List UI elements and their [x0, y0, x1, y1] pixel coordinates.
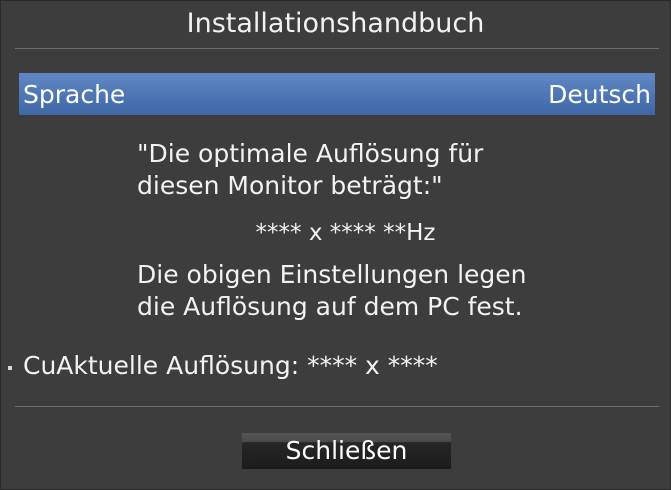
- footer-divider: [15, 406, 659, 407]
- optimal-resolution-message: "Die optimale Auflösung für diesen Monit…: [137, 138, 577, 202]
- language-value: Deutsch: [548, 79, 651, 109]
- message-line-3: Die obigen Einstellungen legen: [137, 260, 527, 289]
- message-line-2: diesen Monitor beträgt:": [137, 171, 443, 200]
- close-button[interactable]: Schließen: [242, 433, 451, 469]
- title-divider: [15, 48, 659, 49]
- installation-guide-dialog: Installationshandbuch Sprache Deutsch "D…: [0, 0, 671, 490]
- current-resolution: CuAktuelle Auflösung: **** x ****: [23, 351, 438, 380]
- message-line-1: "Die optimale Auflösung für: [137, 139, 484, 168]
- settings-note: Die obigen Einstellungen legen die Auflö…: [137, 259, 577, 323]
- language-row[interactable]: Sprache Deutsch: [19, 73, 655, 115]
- bullet-icon: [8, 366, 12, 370]
- message-line-4: die Auflösung auf dem PC fest.: [137, 292, 523, 321]
- dialog-title: Installationshandbuch: [186, 8, 485, 39]
- optimal-resolution-value: **** x **** **Hz: [255, 220, 436, 246]
- language-label: Sprache: [23, 79, 126, 109]
